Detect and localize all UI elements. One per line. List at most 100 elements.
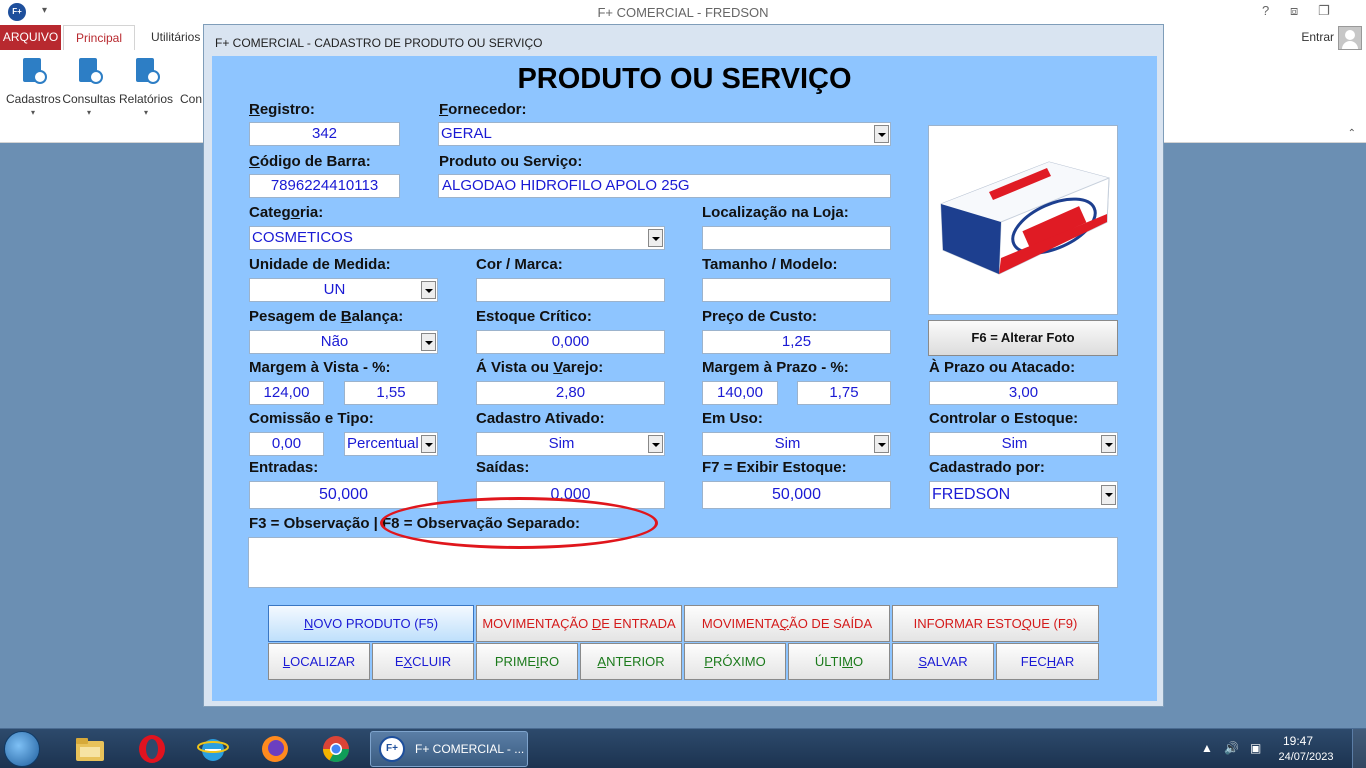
ultimo-button[interactable]: ÚLTIMO <box>788 643 890 680</box>
consultas-button[interactable]: Consultas ▾ <box>62 56 116 117</box>
internet-explorer-icon[interactable] <box>197 733 229 765</box>
ribbon-display-icon[interactable]: ⧈ <box>1290 3 1298 19</box>
salvar-button[interactable]: SALVAR <box>892 643 994 680</box>
estoque-critico-field[interactable]: 0,000 <box>476 330 665 354</box>
em-uso-dropdown-icon[interactable] <box>874 435 889 453</box>
observacao-textarea[interactable] <box>248 537 1118 588</box>
relatorios-label: Relatórios <box>118 92 174 106</box>
produto-field[interactable]: ALGODAO HIDROFILO APOLO 25G <box>438 174 891 198</box>
file-explorer-icon[interactable] <box>74 733 106 765</box>
comissao-field[interactable]: 0,00 <box>249 432 324 456</box>
primeiro-button[interactable]: PRIMEIRO <box>476 643 578 680</box>
margem-vista-field[interactable]: 124,00 <box>249 381 324 405</box>
em-uso-label: Em Uso: <box>702 410 763 427</box>
cadastros-dropdown-icon: ▾ <box>30 108 35 117</box>
anterior-button[interactable]: ANTERIOR <box>580 643 682 680</box>
tab-arquivo[interactable]: ARQUIVO <box>0 25 61 50</box>
con-button[interactable]: Con <box>180 92 204 106</box>
margem-prazo-field[interactable]: 140,00 <box>702 381 778 405</box>
margem-prazo-label: Margem à Prazo - %: <box>702 359 849 376</box>
fornecedor-dropdown-icon[interactable] <box>874 125 889 143</box>
pesagem-dropdown-icon[interactable] <box>421 333 436 351</box>
aprazo-label: À Prazo ou Atacado: <box>929 359 1076 376</box>
cadastrado-por-select[interactable]: FREDSON <box>929 481 1118 509</box>
cadastrado-por-dropdown-icon[interactable] <box>1101 485 1116 505</box>
start-button-icon[interactable] <box>4 731 40 767</box>
registro-field[interactable]: 342 <box>249 122 400 146</box>
localizar-button[interactable]: LOCALIZAR <box>268 643 370 680</box>
excluir-button[interactable]: EXCLUIR <box>372 643 474 680</box>
preco-custo-field[interactable]: 1,25 <box>702 330 891 354</box>
cadastrado-por-label: Cadastrado por: <box>929 459 1045 476</box>
clock-date[interactable]: 24/07/2023 <box>1270 751 1342 763</box>
cor-marca-field[interactable] <box>476 278 665 302</box>
informar-estoque-button[interactable]: INFORMAR ESTOQUE (F9) <box>892 605 1099 642</box>
clock-time[interactable]: 19:47 <box>1268 734 1328 748</box>
chrome-icon[interactable] <box>320 733 352 765</box>
movimentacao-entrada-button[interactable]: MOVIMENTAÇÃO DE ENTRADA <box>476 605 682 642</box>
margem-vista-label: Margem à Vista - %: <box>249 359 391 376</box>
comissao-tipo-select[interactable]: Percentual <box>344 432 438 456</box>
controlar-estoque-select[interactable]: Sim <box>929 432 1118 456</box>
consultas-dropdown-icon: ▾ <box>86 108 91 117</box>
tamanho-field[interactable] <box>702 278 891 302</box>
alterar-foto-button[interactable]: F6 = Alterar Foto <box>928 320 1118 356</box>
pesagem-value: Não <box>320 333 349 350</box>
firefox-icon[interactable] <box>259 733 291 765</box>
relatorios-dropdown-icon: ▾ <box>143 108 148 117</box>
em-uso-select[interactable]: Sim <box>702 432 891 456</box>
codigo-barra-label: Código de Barra: <box>249 153 371 170</box>
user-avatar-icon[interactable] <box>1338 26 1362 50</box>
unidade-select[interactable]: UN <box>249 278 438 302</box>
exibir-estoque-label: F7 = Exibir Estoque: <box>702 459 847 476</box>
pesagem-select[interactable]: Não <box>249 330 438 354</box>
fechar-button[interactable]: FECHAR <box>996 643 1099 680</box>
comissao-tipo-value: Percentual <box>347 435 419 452</box>
product-dialog: F+ COMERCIAL - CADASTRO DE PRODUTO OU SE… <box>203 24 1164 707</box>
controlar-estoque-dropdown-icon[interactable] <box>1101 435 1116 453</box>
margem-vista-factor-field[interactable]: 1,55 <box>344 381 438 405</box>
margem-prazo-factor-field[interactable]: 1,75 <box>797 381 891 405</box>
codigo-barra-field[interactable]: 7896224410113 <box>249 174 400 198</box>
categoria-select[interactable]: COSMETICOS <box>249 226 665 250</box>
restore-icon[interactable]: ❐ <box>1318 3 1330 19</box>
network-icon[interactable]: ▣ <box>1250 741 1261 755</box>
aprazo-field[interactable]: 3,00 <box>929 381 1118 405</box>
avista-field[interactable]: 2,80 <box>476 381 665 405</box>
collapse-ribbon-icon[interactable]: ⌃ <box>1348 128 1356 139</box>
novo-produto-button[interactable]: NOVO PRODUTO (F5) <box>268 605 474 642</box>
movimentacao-saida-button[interactable]: MOVIMENTAÇÃO DE SAÍDA <box>684 605 890 642</box>
tab-principal[interactable]: Principal <box>63 25 136 50</box>
relatorios-button[interactable]: Relatórios ▾ <box>118 56 174 117</box>
opera-icon[interactable] <box>136 733 168 765</box>
cadastro-ativado-label: Cadastro Ativado: <box>476 410 605 427</box>
exibir-estoque-field[interactable]: 50,000 <box>702 481 891 509</box>
cadastro-ativado-value: Sim <box>548 435 575 452</box>
localizacao-field[interactable] <box>702 226 891 250</box>
entradas-field[interactable]: 50,000 <box>249 481 438 509</box>
tab-utilitarios[interactable]: Utilitários <box>139 25 212 50</box>
fornecedor-select[interactable]: GERAL <box>438 122 891 146</box>
signin-link[interactable]: Entrar <box>1301 30 1334 44</box>
fornecedor-value: GERAL <box>441 125 492 142</box>
tray-expand-icon[interactable]: ▲ <box>1201 741 1213 755</box>
fornecedor-label: Fornecedor: <box>439 101 527 118</box>
estoque-critico-label: Estoque Crítico: <box>476 308 592 325</box>
taskbar-app-fcomercial[interactable]: F+ F+ COMERCIAL - ... <box>370 731 528 767</box>
cadastro-ativado-select[interactable]: Sim <box>476 432 665 456</box>
registro-label: Registro: <box>249 101 315 118</box>
help-button[interactable]: ? <box>1262 3 1269 18</box>
unidade-dropdown-icon[interactable] <box>421 281 436 299</box>
form-heading: PRODUTO OU SERVIÇO <box>517 63 852 95</box>
localizacao-label: Localização na Loja: <box>702 204 849 221</box>
categoria-dropdown-icon[interactable] <box>648 229 663 247</box>
show-desktop-button[interactable] <box>1352 729 1366 768</box>
volume-icon[interactable]: 🔊 <box>1224 741 1239 755</box>
cadastros-button[interactable]: Cadastros ▾ <box>6 56 61 117</box>
cadastrado-por-value: FREDSON <box>932 486 1011 503</box>
controlar-estoque-label: Controlar o Estoque: <box>929 410 1079 427</box>
consultas-label: Consultas <box>62 92 116 106</box>
comissao-tipo-dropdown-icon[interactable] <box>421 435 436 453</box>
proximo-button[interactable]: PRÓXIMO <box>684 643 786 680</box>
cadastro-ativado-dropdown-icon[interactable] <box>648 435 663 453</box>
